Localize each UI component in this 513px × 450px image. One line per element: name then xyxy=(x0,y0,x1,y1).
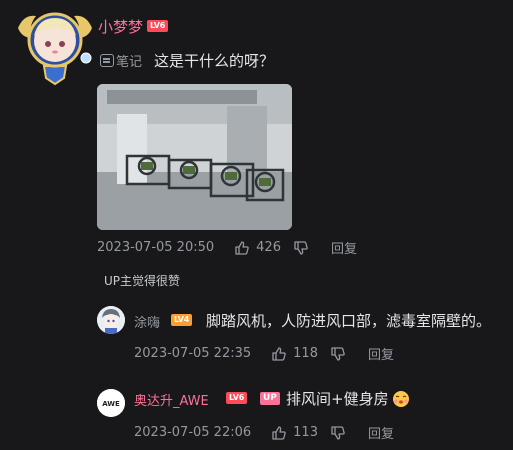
thumbs-down-icon[interactable] xyxy=(330,346,346,362)
thumbs-up-icon[interactable] xyxy=(271,346,287,362)
timestamp: 2023-07-05 20:50 xyxy=(97,240,215,255)
avatar[interactable] xyxy=(14,4,96,86)
up-badge: UP xyxy=(260,392,280,405)
avatar-image xyxy=(97,306,125,334)
thumbs-down-icon[interactable] xyxy=(330,425,346,441)
thumbs-down-icon[interactable] xyxy=(293,240,309,256)
reply-username[interactable]: 奥达升_AWE xyxy=(134,390,209,409)
emoji-icon xyxy=(392,390,409,407)
note-tag[interactable]: 笔记 xyxy=(100,51,142,70)
reply-text: 脚踏风机，人防进风口部，滤毒室隔壁的。 xyxy=(206,312,492,330)
comment-meta: 2023-07-05 20:50 426 回复 xyxy=(97,238,357,257)
reply-meta: 2023-07-05 22:06 113 回复 xyxy=(134,423,394,442)
reply-button[interactable]: 回复 xyxy=(368,344,394,363)
avatar-frame-icon xyxy=(18,12,92,86)
username[interactable]: 小梦梦 xyxy=(98,16,143,37)
reply-text-row: 排风间+健身房 xyxy=(286,388,411,409)
timestamp: 2023-07-05 22:06 xyxy=(134,425,252,440)
avatar-text: AWE xyxy=(102,400,120,408)
like-count: 426 xyxy=(256,240,281,255)
like-count: 113 xyxy=(293,425,318,440)
up-liked-label: UP主觉得很赞 xyxy=(104,274,181,288)
reply-button[interactable]: 回复 xyxy=(331,238,357,257)
reply-button[interactable]: 回复 xyxy=(368,423,394,442)
reply-username[interactable]: 涂嗨 xyxy=(134,312,160,331)
reply-text: 排风间+健身房 xyxy=(286,390,389,408)
level-badge: LV4 xyxy=(171,314,193,326)
comment-text: 这是干什么的呀？ xyxy=(154,52,275,70)
like-count: 118 xyxy=(293,346,318,361)
thumbs-up-icon[interactable] xyxy=(234,240,250,256)
level-badge: LV6 xyxy=(147,20,169,32)
reply-avatar[interactable] xyxy=(97,306,125,334)
note-label: 笔记 xyxy=(116,55,143,70)
level-badge: LV6 xyxy=(226,392,248,404)
thumbs-up-icon[interactable] xyxy=(271,425,287,441)
reply-meta: 2023-07-05 22:35 118 回复 xyxy=(134,344,394,363)
reply-avatar[interactable]: AWE xyxy=(97,389,125,417)
note-icon xyxy=(100,54,114,67)
comment-photo xyxy=(97,84,292,230)
comment-image[interactable] xyxy=(97,84,292,230)
avatar-image: AWE xyxy=(97,389,125,417)
timestamp: 2023-07-05 22:35 xyxy=(134,346,252,361)
